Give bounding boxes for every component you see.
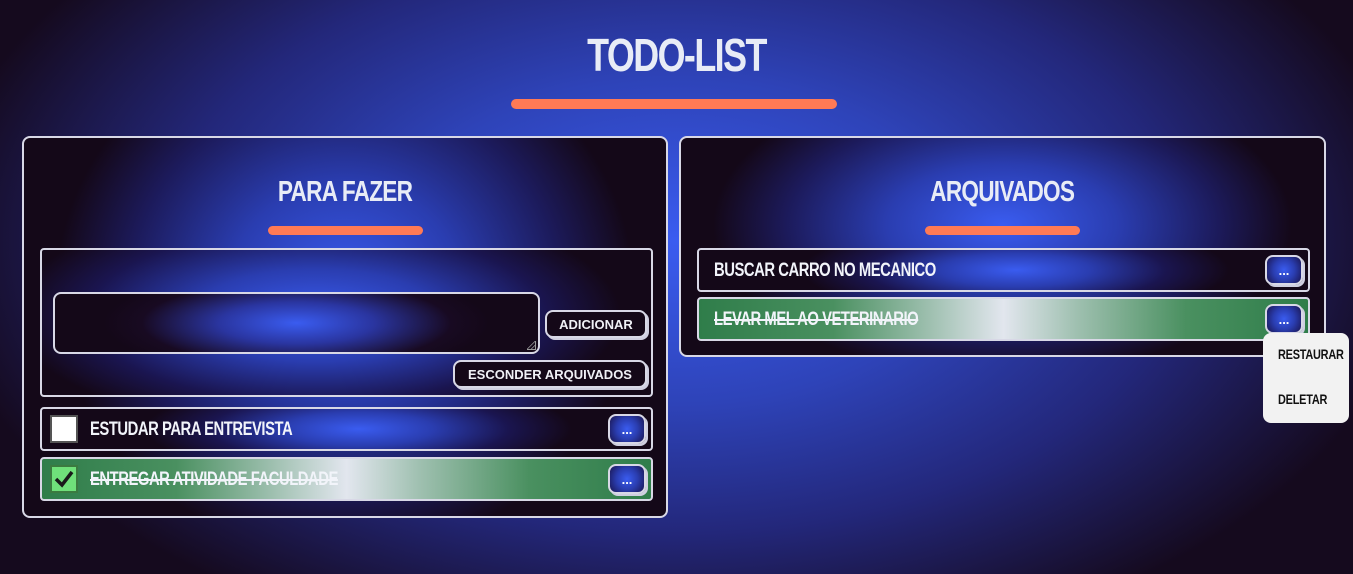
archived-panel-underline xyxy=(925,226,1080,235)
task-input[interactable] xyxy=(53,292,540,354)
context-menu: RESTAURAR DELETAR xyxy=(1263,333,1349,423)
archived-panel: ARQUIVADOS BUSCAR CARRO NO MECANICO ... … xyxy=(679,136,1326,357)
hide-archived-button[interactable]: ESCONDER ARQUIVADOS xyxy=(453,360,647,388)
task-label: BUSCAR CARRO NO MECANICO xyxy=(714,260,936,281)
more-options-button[interactable]: ... xyxy=(1265,255,1303,285)
more-options-button[interactable]: ... xyxy=(1265,304,1303,334)
checkmark-icon xyxy=(54,470,74,488)
archived-item-done: LEVAR MEL AO VETERINARIO ... xyxy=(697,297,1310,341)
title-underline xyxy=(511,99,837,109)
archived-item: BUSCAR CARRO NO MECANICO ... xyxy=(697,248,1310,292)
add-button[interactable]: ADICIONAR xyxy=(545,310,647,338)
archived-panel-title: ARQUIVADOS xyxy=(930,176,1076,208)
task-checkbox[interactable] xyxy=(50,415,78,443)
add-task-form: ADICIONAR ESCONDER ARQUIVADOS xyxy=(40,248,653,397)
more-options-button[interactable]: ... xyxy=(608,464,646,494)
task-label: ESTUDAR PARA ENTREVISTA xyxy=(90,419,293,440)
todo-panel-title: PARA FAZER xyxy=(277,176,413,208)
app-title: TODO-LIST xyxy=(587,29,767,81)
menu-item-delete[interactable]: DELETAR xyxy=(1278,391,1327,407)
task-label: ENTREGAR ATIVIDADE FACULDADE xyxy=(90,469,338,490)
todo-item-done: ENTREGAR ATIVIDADE FACULDADE ... xyxy=(40,457,653,501)
more-options-button[interactable]: ... xyxy=(608,414,646,444)
task-checkbox-checked[interactable] xyxy=(50,465,78,493)
menu-item-restore[interactable]: RESTAURAR xyxy=(1278,346,1344,362)
todo-panel-underline xyxy=(268,226,423,235)
todo-item: ESTUDAR PARA ENTREVISTA ... xyxy=(40,407,653,451)
task-label: LEVAR MEL AO VETERINARIO xyxy=(714,309,919,330)
todo-panel: PARA FAZER ADICIONAR ESCONDER ARQUIVADOS… xyxy=(22,136,668,518)
